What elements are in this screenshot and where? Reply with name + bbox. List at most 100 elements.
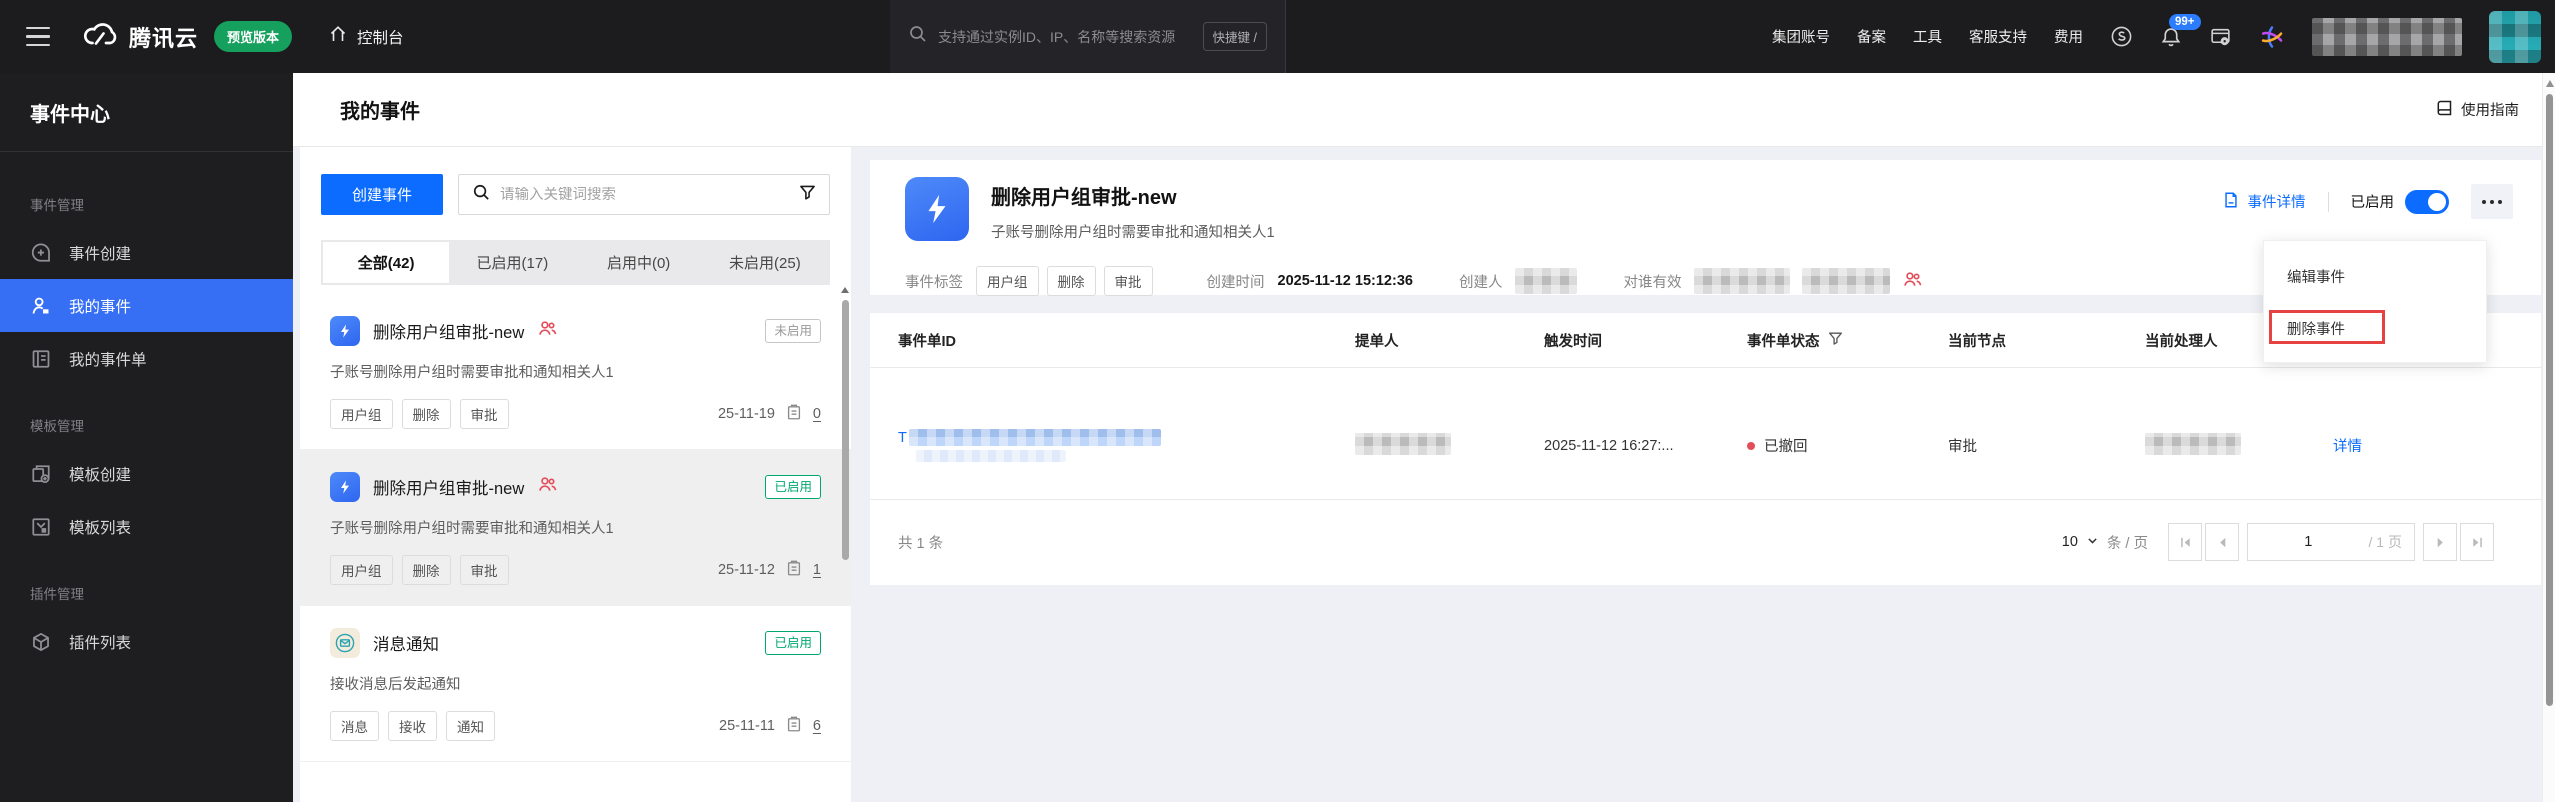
- ai-assistant-icon[interactable]: [2259, 24, 2285, 50]
- sidebar-menu: 事件管理 事件创建 我的事件 我的事件单 模板管理 模板创建 模板列表 插件管理…: [0, 152, 293, 668]
- list-scrollbar-arrow[interactable]: [841, 287, 849, 293]
- nav-link-group-account[interactable]: 集团账号: [1772, 26, 1830, 47]
- event-desc: 子账号删除用户组时需要审批和通知相关人1: [330, 521, 614, 537]
- last-page-button[interactable]: [2460, 523, 2494, 561]
- handler-blurred: [2145, 432, 2241, 455]
- usage-guide-link[interactable]: 使用指南: [2435, 99, 2519, 121]
- list-scrollbar-thumb[interactable]: [842, 300, 849, 560]
- total-count: 共 1 条: [898, 535, 944, 552]
- global-search-input[interactable]: [938, 28, 1203, 45]
- usage-guide-label: 使用指南: [2461, 103, 2519, 119]
- page-header: 我的事件 使用指南: [293, 73, 2555, 147]
- keyword-search-input[interactable]: [500, 186, 790, 203]
- event-tag: 通知: [446, 711, 495, 741]
- brand-logo[interactable]: 腾讯云: [82, 21, 198, 53]
- event-detail-link[interactable]: 事件详情: [2222, 191, 2306, 213]
- nav-link-support[interactable]: 客服支持: [1969, 26, 2027, 47]
- target-value-blurred: [1694, 268, 1791, 294]
- page-size-select[interactable]: 10 条 / 页: [2062, 532, 2148, 553]
- tab-enabled[interactable]: 已启用(17): [449, 242, 575, 283]
- detail-meta-row: 事件标签 用户组 删除 审批 创建时间 2025-11-12 15:12:36 …: [905, 266, 1923, 296]
- tab-enabling[interactable]: 启用中(0): [576, 242, 702, 283]
- next-page-button[interactable]: [2423, 523, 2457, 561]
- scroll-up-arrow[interactable]: [2545, 80, 2554, 87]
- related-users-icon: [537, 318, 558, 344]
- event-list-item[interactable]: 删除用户组审批-new 未启用 子账号删除用户组时需要审批和通知相关人1 用户组…: [300, 294, 851, 450]
- first-page-button[interactable]: [2168, 523, 2202, 561]
- nav-link-billing[interactable]: 费用: [2054, 26, 2083, 47]
- page-input-box[interactable]: 1 / 1 页: [2247, 523, 2415, 561]
- main-area: 我的事件 使用指南 创建事件 请输入关键词搜索 全部(42) 已启用(17) 启…: [293, 73, 2555, 802]
- event-tag: 审批: [459, 399, 509, 429]
- keyword-search-box[interactable]: [458, 174, 830, 215]
- event-tag: 审批: [459, 555, 509, 585]
- console-link[interactable]: 控制台: [328, 24, 404, 49]
- sidebar-item-my-tickets[interactable]: 我的事件单: [0, 332, 293, 385]
- menu-item-delete-event[interactable]: 删除事件: [2264, 302, 2486, 354]
- target-label: 对谁有效: [1623, 274, 1682, 291]
- sidebar-group-event-mgmt: 事件管理: [30, 198, 84, 213]
- tab-all[interactable]: 全部(42): [323, 242, 450, 283]
- related-users-icon: [1902, 269, 1923, 294]
- create-event-button[interactable]: 创建事件: [321, 174, 443, 215]
- event-tag: 用户组: [330, 399, 393, 429]
- nav-link-tools[interactable]: 工具: [1913, 26, 1942, 47]
- prev-page-button[interactable]: [2205, 523, 2239, 561]
- col-submitter: 提单人: [1355, 333, 1399, 350]
- document-icon: [2222, 191, 2240, 213]
- list-toolbar: 创建事件: [300, 174, 851, 215]
- ticket-count-link[interactable]: 1: [813, 562, 821, 578]
- search-icon: [472, 183, 491, 207]
- scrollbar-thumb[interactable]: [2546, 94, 2553, 706]
- ticket-id-blurred: [908, 429, 1161, 446]
- sidebar-group-template-mgmt: 模板管理: [30, 419, 84, 434]
- enable-toggle[interactable]: [2405, 189, 2449, 214]
- promotion-icon[interactable]: [2110, 25, 2133, 48]
- ticket-status-cell: 已撤回: [1747, 435, 1948, 456]
- account-name-blurred[interactable]: [2312, 17, 2462, 56]
- sidebar-item-template-list[interactable]: 模板列表: [0, 500, 293, 553]
- ticket-count-link[interactable]: 0: [813, 406, 821, 422]
- sidebar-item-plugin-list[interactable]: 插件列表: [0, 615, 293, 668]
- sidebar-item-template-create[interactable]: 模板创建: [0, 447, 293, 500]
- trigger-time-cell: 2025-11-12 16:27:...: [1544, 437, 1674, 454]
- ticket-count-link[interactable]: 6: [813, 718, 821, 734]
- more-actions-button[interactable]: [2471, 184, 2513, 219]
- sidebar-item-label: 我的事件: [69, 298, 132, 316]
- clipboard-icon: [785, 403, 803, 425]
- current-page: 1: [2304, 534, 2313, 550]
- filter-funnel-icon[interactable]: [1828, 331, 1843, 350]
- col-current-node: 当前节点: [1948, 333, 2006, 350]
- actions-cell: 详情: [2333, 435, 2513, 456]
- event-list-item-selected[interactable]: 删除用户组审批-new 已启用 子账号删除用户组时需要审批和通知相关人1 用户组…: [300, 450, 851, 606]
- event-list-item[interactable]: 消息通知 已启用 接收消息后发起通知 消息 接收 通知 25-11-11 6: [300, 606, 851, 762]
- page-scrollbar[interactable]: [2542, 73, 2555, 802]
- tab-disabled[interactable]: 未启用(25): [702, 242, 828, 283]
- filter-funnel-icon[interactable]: [799, 184, 816, 206]
- event-tag: 删除: [401, 399, 451, 429]
- sidebar-item-my-events[interactable]: 我的事件: [0, 279, 293, 332]
- sidebar-item-label: 插件列表: [69, 634, 132, 652]
- ticket-id-blurred-line2: [916, 450, 1066, 462]
- event-title: 删除用户组审批-new: [373, 324, 525, 342]
- sidebar-item-event-create[interactable]: 事件创建: [0, 226, 293, 279]
- notification-bell-icon[interactable]: 99+: [2160, 13, 2201, 48]
- console-settings-icon[interactable]: [2209, 25, 2232, 48]
- sidebar-title: 事件中心: [0, 73, 293, 152]
- menu-item-edit-event[interactable]: 编辑事件: [2264, 250, 2486, 302]
- avatar[interactable]: [2489, 10, 2541, 63]
- ticket-id-cell[interactable]: T: [898, 429, 1355, 462]
- preview-version-badge: 预览版本: [214, 21, 293, 52]
- ticket-icon: [30, 348, 52, 370]
- row-detail-link[interactable]: 详情: [2333, 439, 2362, 455]
- nav-link-icp[interactable]: 备案: [1857, 26, 1886, 47]
- event-date: 25-11-19: [717, 406, 775, 422]
- user-icon: [30, 295, 52, 317]
- global-search[interactable]: 快捷键 /: [890, 0, 1286, 73]
- lightning-event-icon: [330, 472, 360, 502]
- hamburger-menu-icon[interactable]: [26, 26, 50, 47]
- event-detail-link-label: 事件详情: [2247, 195, 2306, 211]
- sidebar-item-label: 事件创建: [69, 245, 132, 263]
- status-badge: 未启用: [765, 318, 821, 344]
- content: 创建事件 全部(42) 已启用(17) 启用中(0): [293, 147, 2555, 802]
